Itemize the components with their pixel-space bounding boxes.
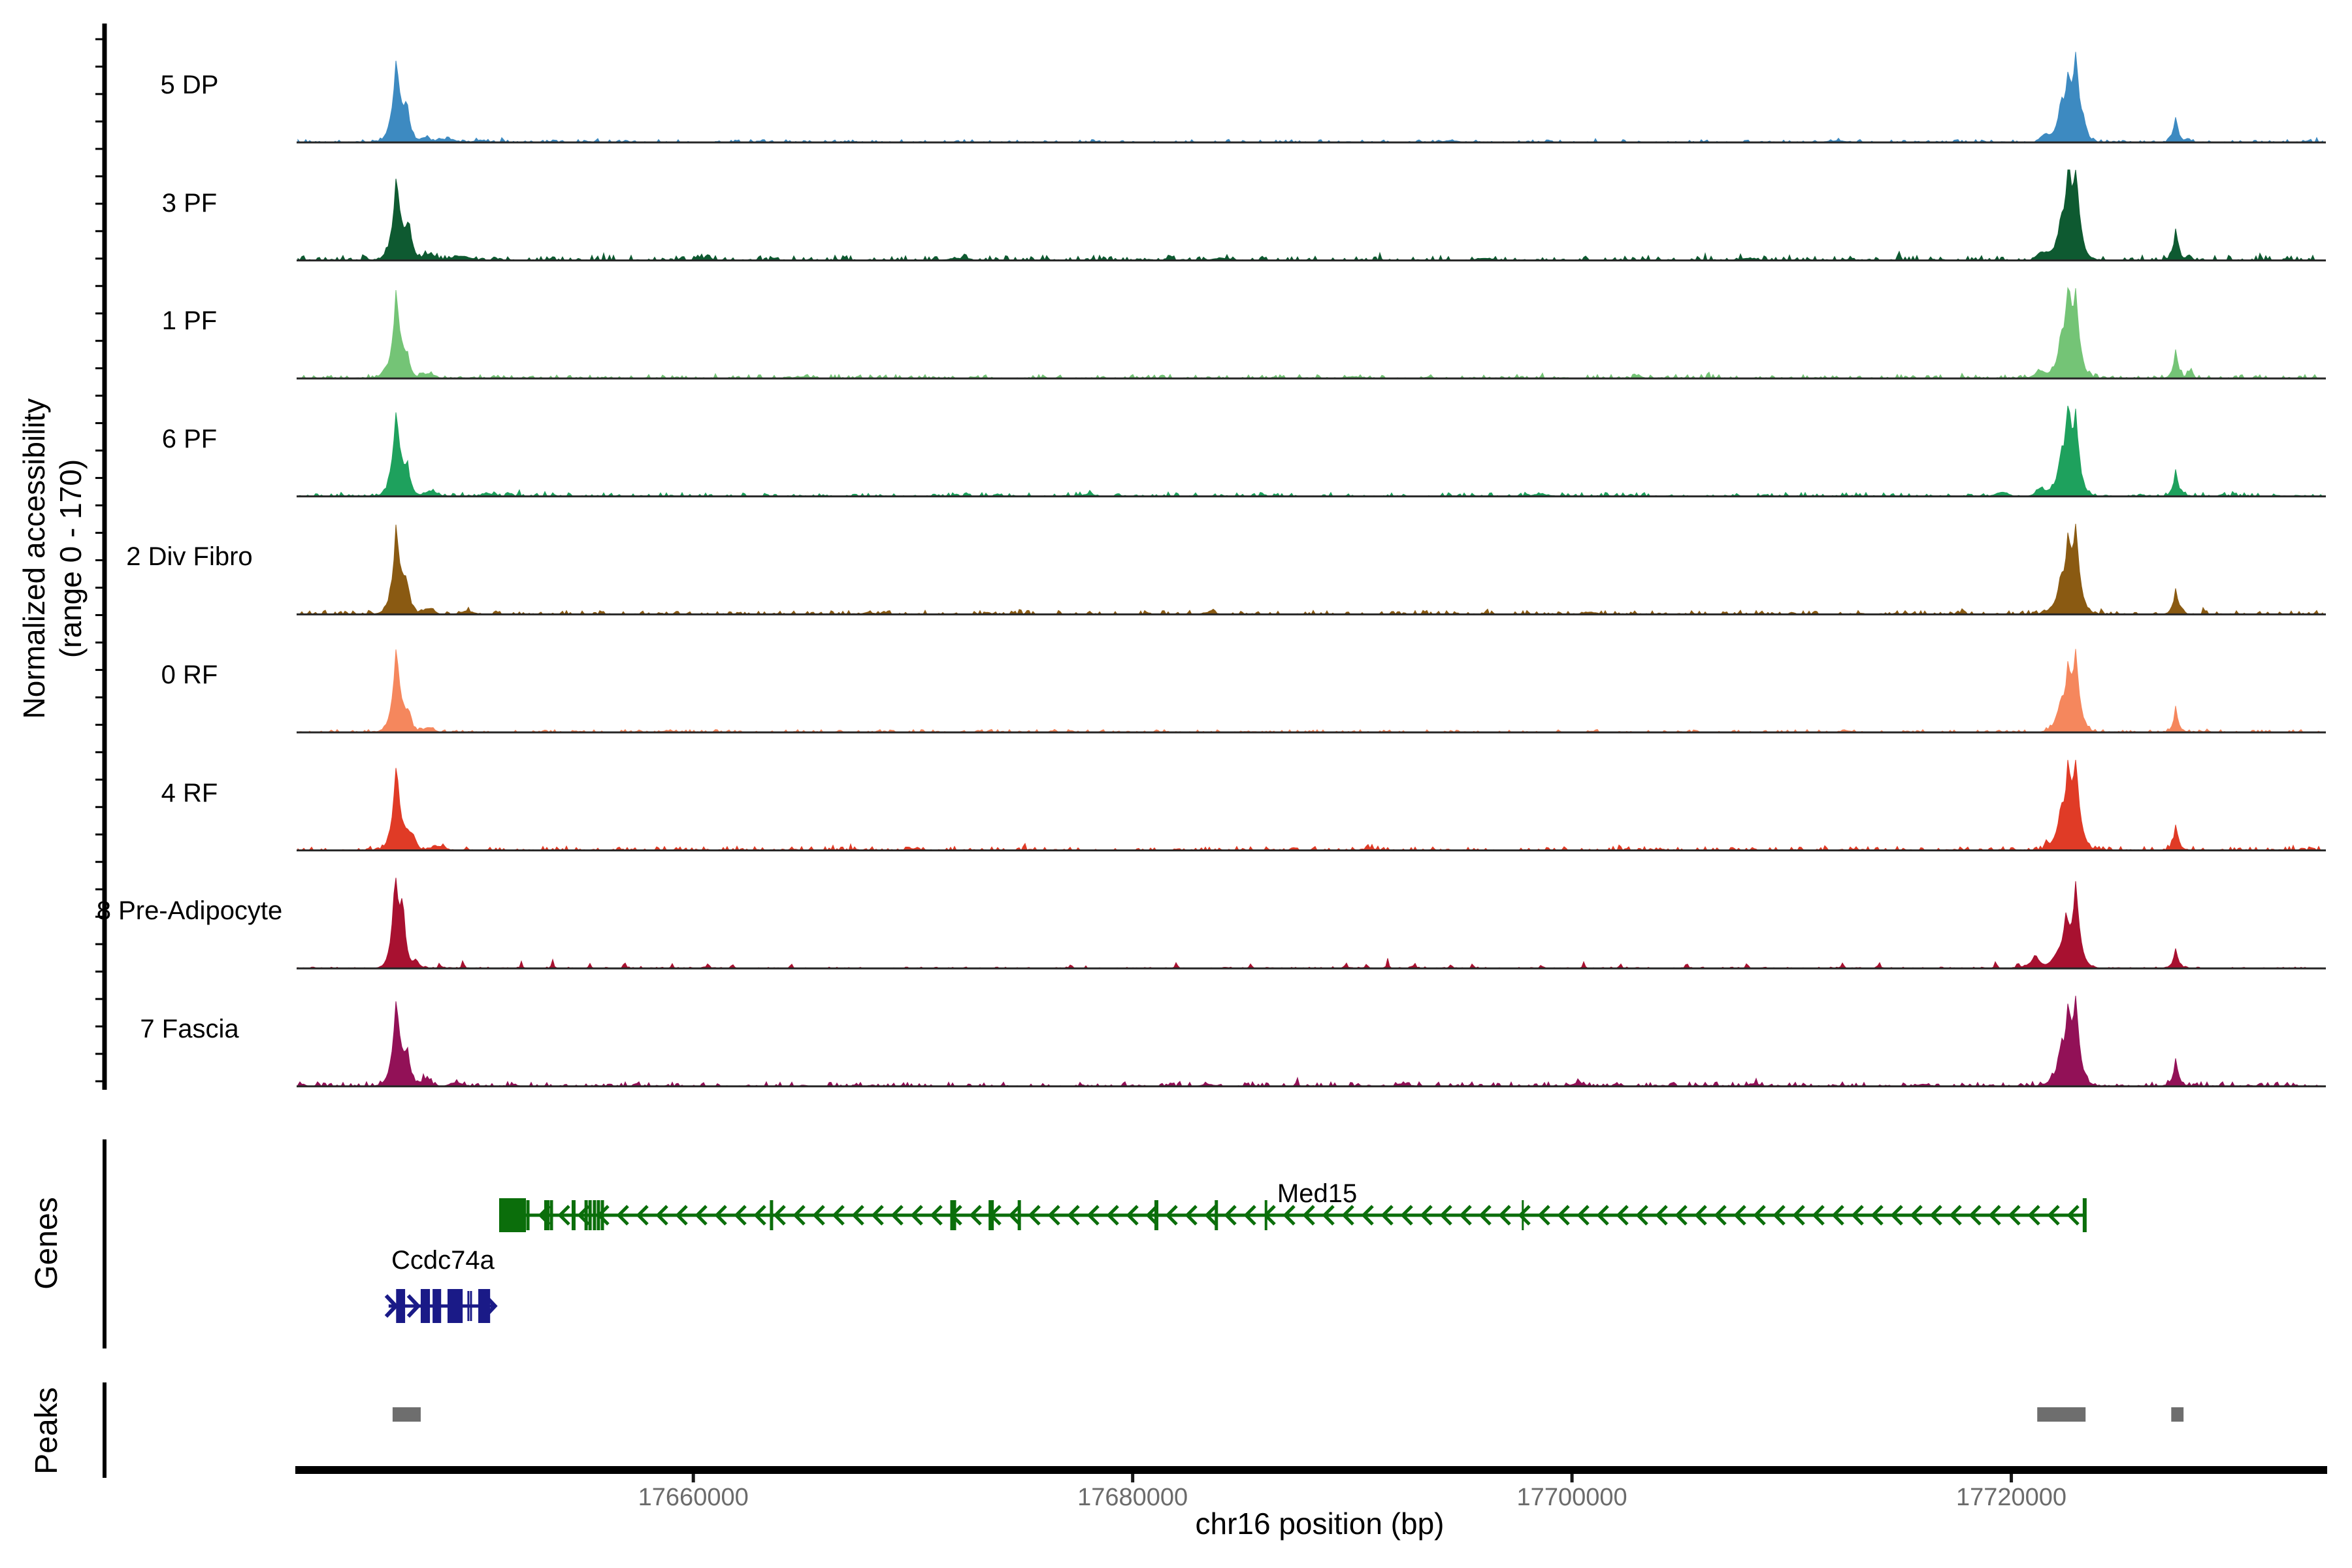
axis-tick (95, 642, 104, 644)
axis-tick (95, 559, 104, 561)
gene-exon-tick (550, 1200, 553, 1230)
axis-tick (95, 230, 104, 232)
peak-region-box (393, 1407, 421, 1422)
axis-tick (95, 889, 104, 890)
axis-tick (95, 285, 104, 287)
coverage-area-0-rf (298, 649, 2323, 732)
axis-tick (95, 861, 104, 863)
gene-exon-box (433, 1289, 441, 1323)
axis-tick (95, 93, 104, 95)
axis-tick (95, 340, 104, 342)
coverage-area-3-pf (298, 170, 2323, 261)
axis-tick (95, 1026, 104, 1028)
axis-tick (95, 175, 104, 177)
axis-tick (95, 203, 104, 204)
axis-tick (95, 943, 104, 945)
axis-tick (95, 587, 104, 589)
gene-exon-tick (2083, 1198, 2087, 1232)
axis-tick (95, 422, 104, 424)
coverage-tracks-canvas (0, 0, 2352, 1568)
x-axis-tick (2010, 1474, 2013, 1482)
axis-tick (95, 614, 104, 616)
gene-exon-tick (589, 1200, 592, 1230)
axis-tick (95, 477, 104, 479)
coverage-area-7-fascia (298, 996, 2323, 1086)
coverage-area-2-div-fibro (298, 524, 2323, 615)
gene-exon-tick (527, 1200, 530, 1230)
axis-tick (95, 367, 104, 369)
genes-axis-bracket (103, 1139, 106, 1348)
axis-tick (95, 312, 104, 314)
peak-region-box (2037, 1407, 2085, 1422)
axis-tick (95, 148, 104, 150)
gene-exon-tick (585, 1200, 588, 1230)
axis-tick (95, 971, 104, 973)
axis-tick (95, 39, 104, 41)
gene-exon-tick (470, 1291, 472, 1321)
gene-exon-tick (1215, 1200, 1218, 1230)
axis-tick (95, 1053, 104, 1055)
tracks-axis-bracket (103, 24, 107, 1090)
axis-tick (95, 696, 104, 698)
gene-exon-box (448, 1289, 463, 1323)
axis-tick (95, 120, 104, 122)
gene-exon-tick (770, 1200, 773, 1230)
x-axis-tick (1571, 1474, 1574, 1482)
gene-exon-tick (1154, 1200, 1158, 1230)
axis-tick (95, 395, 104, 397)
axis-tick (95, 257, 104, 259)
axis-tick (95, 669, 104, 671)
gene-exon-tick (544, 1200, 549, 1230)
gene-exon-tick (467, 1291, 469, 1321)
gene-exon-box (499, 1198, 526, 1232)
peaks-axis-bracket (103, 1382, 106, 1478)
axis-tick (95, 834, 104, 836)
coverage-area-8-pre-adipocyte (298, 878, 2323, 969)
peak-region-box (2171, 1407, 2183, 1422)
coverage-area-1-pf (298, 288, 2323, 379)
axis-tick (95, 532, 104, 534)
gene-exon-box (478, 1289, 490, 1323)
axis-tick (95, 806, 104, 808)
axis-tick (95, 916, 104, 918)
gene-exon-box (421, 1289, 430, 1323)
x-axis-line (295, 1466, 2327, 1474)
coverage-area-6-pf (298, 406, 2323, 497)
coverage-plot-figure: { "figure": { "y_axis_label_line1": "Nor… (0, 0, 2352, 1568)
axis-tick (95, 449, 104, 451)
axis-tick (95, 998, 104, 1000)
axis-tick (95, 751, 104, 753)
axis-tick (95, 504, 104, 506)
axis-tick (95, 1081, 104, 1083)
gene-exon-tick (593, 1200, 596, 1230)
axis-tick (95, 724, 104, 726)
gene-exon-tick (572, 1200, 576, 1230)
axis-tick (95, 65, 104, 67)
axis-tick (95, 779, 104, 781)
x-axis-tick (692, 1474, 695, 1482)
coverage-area-4-rf (298, 760, 2323, 851)
coverage-area-5-dp (298, 52, 2323, 142)
gene-exon-tick (1018, 1200, 1021, 1230)
x-axis-tick (1131, 1474, 1134, 1482)
